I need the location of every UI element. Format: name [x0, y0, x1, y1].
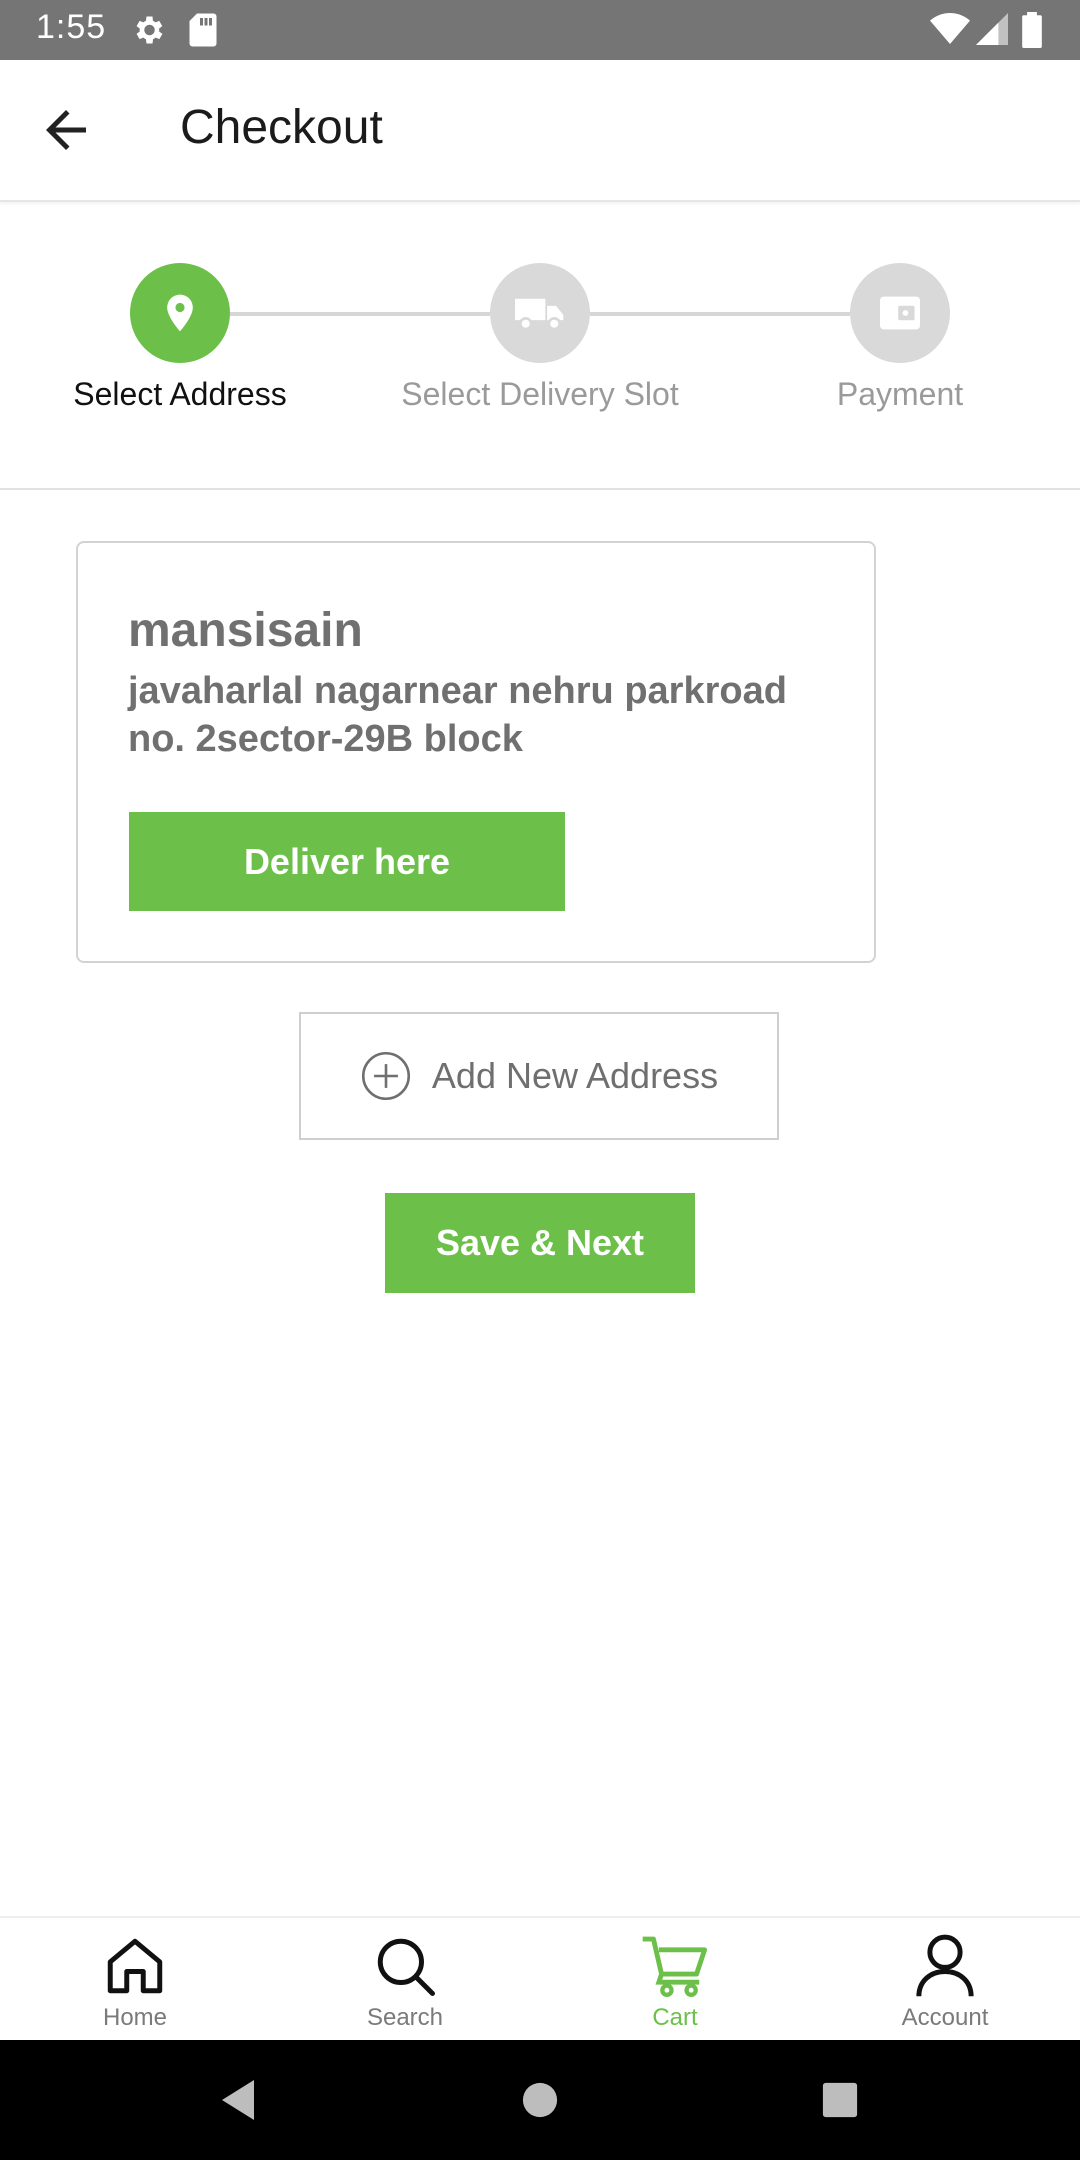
account-icon	[916, 1934, 974, 1997]
sd-card-icon	[188, 12, 218, 53]
page-title: Checkout	[180, 101, 383, 154]
arrow-left-icon	[46, 110, 86, 150]
add-new-address-button[interactable]: Add New Address	[299, 1012, 779, 1140]
address-text: javaharlal nagarnear nehru parkroad no. …	[128, 670, 787, 760]
save-and-next-button[interactable]: Save & Next	[385, 1193, 695, 1293]
circle-home-icon	[522, 2082, 558, 2118]
step-label-delivery-slot: Select Delivery Slot	[401, 376, 679, 412]
bottom-nav: Home Search Cart Account	[0, 1916, 1080, 2042]
step-select-address[interactable]	[130, 263, 230, 363]
system-home-button[interactable]	[480, 2040, 600, 2160]
status-bar: 1:55	[0, 0, 1080, 60]
signal-icon	[976, 12, 1008, 51]
nav-home-label: Home	[102, 2004, 168, 2031]
step-label-payment: Payment	[836, 376, 964, 412]
step-connector	[590, 312, 850, 316]
add-new-address-label: Add New Address	[431, 1055, 719, 1096]
system-recents-button[interactable]	[780, 2040, 900, 2160]
wallet-icon	[880, 296, 920, 330]
square-recents-icon	[822, 2082, 858, 2118]
system-nav-bar	[0, 2040, 1080, 2160]
nav-cart[interactable]: Cart	[540, 1918, 810, 2042]
deliver-here-button[interactable]: Deliver here	[129, 812, 565, 911]
location-pin-icon	[167, 294, 193, 332]
app-bar: Checkout	[0, 60, 1080, 202]
settings-icon	[130, 12, 166, 53]
address-card: mansisain javaharlal nagarnear nehru par…	[76, 541, 876, 963]
nav-search[interactable]: Search	[270, 1918, 540, 2042]
cart-icon	[642, 1936, 708, 1997]
wifi-icon	[930, 12, 970, 51]
triangle-back-icon	[222, 2080, 254, 2120]
nav-account[interactable]: Account	[810, 1918, 1080, 2042]
back-button[interactable]	[36, 100, 106, 160]
search-icon	[377, 1938, 435, 1996]
status-time: 1:55	[36, 8, 107, 46]
step-payment[interactable]	[850, 263, 950, 363]
battery-icon	[1022, 12, 1042, 53]
step-delivery-slot[interactable]	[490, 263, 590, 363]
nav-home[interactable]: Home	[0, 1918, 270, 2042]
plus-circle-icon	[361, 1051, 410, 1101]
address-name: mansisain	[128, 604, 363, 657]
nav-cart-label: Cart	[652, 2004, 698, 2031]
nav-search-label: Search	[366, 2004, 444, 2031]
nav-account-label: Account	[901, 2004, 989, 2031]
step-connector	[230, 312, 490, 316]
system-back-button[interactable]	[178, 2040, 298, 2160]
home-icon	[107, 1938, 163, 1994]
checkout-stepper: Select Address Select Delivery Slot Paym…	[0, 200, 1080, 490]
truck-icon	[515, 298, 564, 331]
step-label-select-address: Select Address	[73, 376, 287, 412]
